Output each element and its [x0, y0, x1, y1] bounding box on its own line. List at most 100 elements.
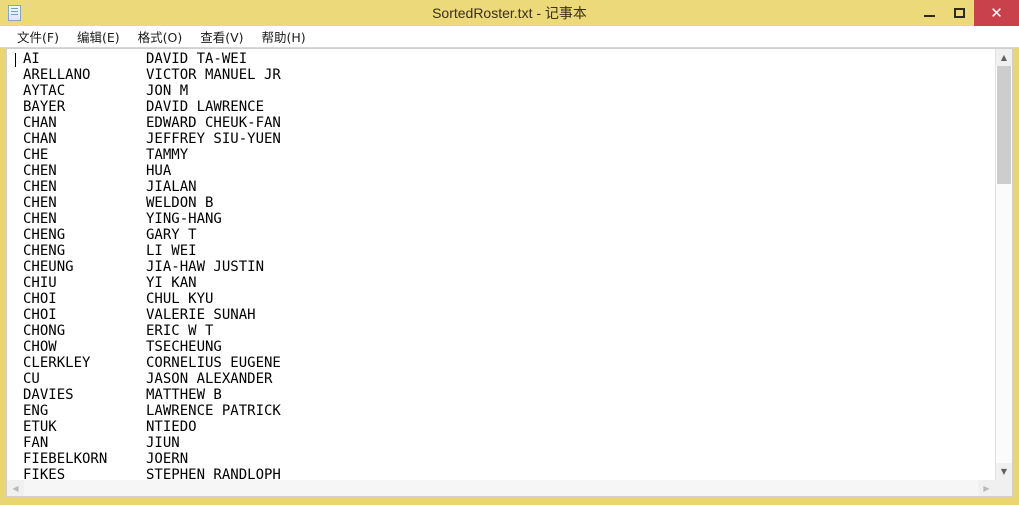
- roster-first-name: CORNELIUS EUGENE: [146, 355, 281, 371]
- roster-first-name: DAVID TA-WEI: [146, 51, 248, 67]
- roster-first-name: LAWRENCE PATRICK: [146, 403, 281, 419]
- roster-last-name: CLERKLEY: [23, 355, 91, 371]
- menu-item-view[interactable]: 查看(V): [191, 26, 252, 48]
- text-editor[interactable]: AI DAVID TA-WEI ARELLANO VICTOR MANUEL JR AY…: [7, 49, 995, 480]
- text-lines: AI DAVID TA-WEI ARELLANO VICTOR MANUEL JR AY…: [7, 51, 995, 480]
- roster-last-name: CHEN: [23, 211, 57, 227]
- roster-first-name: HUA: [146, 163, 172, 179]
- roster-last-name: CHEN: [23, 195, 57, 211]
- roster-first-name: VALERIE SUNAH: [146, 307, 256, 323]
- roster-last-name: CU: [23, 371, 40, 387]
- roster-last-name: ETUK: [23, 419, 57, 435]
- text-line: FAN JIUN: [7, 435, 995, 451]
- menu-item-help[interactable]: 帮助(H): [253, 26, 315, 48]
- menu-bar: 文件(F) 编辑(E) 格式(O) 查看(V) 帮助(H): [0, 26, 1019, 48]
- text-line: CHEN HUA: [7, 163, 995, 179]
- editor-row: AI DAVID TA-WEI ARELLANO VICTOR MANUEL JR AY…: [6, 48, 1013, 480]
- text-line: CU JASON ALEXANDER: [7, 371, 995, 387]
- roster-last-name: AI: [23, 51, 40, 67]
- roster-last-name: CHEUNG: [23, 259, 74, 275]
- vertical-scroll-track[interactable]: [996, 66, 1012, 463]
- roster-last-name: CHAN: [23, 131, 57, 147]
- roster-first-name: STEPHEN RANDLOPH: [146, 467, 281, 480]
- roster-last-name: ARELLANO: [23, 67, 91, 83]
- roster-last-name: CHONG: [23, 323, 66, 339]
- menu-item-edit[interactable]: 编辑(E): [68, 26, 129, 48]
- roster-first-name: YI KAN: [146, 275, 197, 291]
- window-title: SortedRoster.txt - 记事本: [432, 5, 587, 21]
- text-line: ARELLANO VICTOR MANUEL JR: [7, 67, 995, 83]
- scroll-up-arrow-icon[interactable]: ▲: [996, 49, 1012, 66]
- roster-first-name: ERIC W T: [146, 323, 214, 339]
- client-area: AI DAVID TA-WEI ARELLANO VICTOR MANUEL JR AY…: [0, 48, 1019, 497]
- roster-first-name: GARY T: [146, 227, 197, 243]
- maximize-button[interactable]: [944, 0, 974, 26]
- menu-item-file[interactable]: 文件(F): [8, 26, 68, 48]
- maximize-icon: [953, 8, 965, 18]
- roster-first-name: VICTOR MANUEL JR: [146, 67, 281, 83]
- vertical-scroll-thumb[interactable]: [997, 66, 1011, 184]
- text-line: CLERKLEY CORNELIUS EUGENE: [7, 355, 995, 371]
- roster-last-name: CHEN: [23, 179, 57, 195]
- text-line: ENG LAWRENCE PATRICK: [7, 403, 995, 419]
- roster-last-name: CHIU: [23, 275, 57, 291]
- roster-first-name: JOERN: [146, 451, 189, 467]
- roster-first-name: JIUN: [146, 435, 180, 451]
- roster-last-name: CHEN: [23, 163, 57, 179]
- text-line: CHE TAMMY: [7, 147, 995, 163]
- roster-first-name: EDWARD CHEUK-FAN: [146, 115, 281, 131]
- roster-first-name: DAVID LAWRENCE: [146, 99, 265, 115]
- text-line: CHONG ERIC W T: [7, 323, 995, 339]
- text-line: CHENG LI WEI: [7, 243, 995, 259]
- text-line: FIKES STEPHEN RANDLOPH: [7, 467, 995, 480]
- text-line: ETUK NTIEDO: [7, 419, 995, 435]
- scroll-right-arrow-icon[interactable]: ▶: [978, 480, 995, 496]
- roster-first-name: JON M: [146, 83, 189, 99]
- roster-last-name: AYTAC: [23, 83, 66, 99]
- minimize-button[interactable]: [914, 0, 944, 26]
- horizontal-scroll-track[interactable]: [24, 480, 978, 496]
- text-line: CHAN JEFFREY SIU-YUEN: [7, 131, 995, 147]
- roster-last-name: CHAN: [23, 115, 57, 131]
- text-line: CHENG GARY T: [7, 227, 995, 243]
- vertical-scrollbar[interactable]: ▲ ▼: [995, 49, 1012, 480]
- roster-last-name: CHOW: [23, 339, 57, 355]
- roster-first-name: JIALAN: [146, 179, 197, 195]
- roster-last-name: CHOI: [23, 291, 57, 307]
- roster-first-name: LI WEI: [146, 243, 197, 259]
- roster-first-name: MATTHEW B: [146, 387, 222, 403]
- scroll-left-arrow-icon[interactable]: ◀: [7, 480, 24, 496]
- text-line: CHEN JIALAN: [7, 179, 995, 195]
- roster-last-name: FIEBELKORN: [23, 451, 108, 467]
- text-line: CHEUNG JIA-HAW JUSTIN: [7, 259, 995, 275]
- roster-first-name: CHUL KYU: [146, 291, 214, 307]
- notepad-icon-page: [8, 4, 21, 21]
- roster-first-name: JIA-HAW JUSTIN: [146, 259, 265, 275]
- horizontal-scrollbar[interactable]: ◀ ▶: [6, 480, 1013, 497]
- roster-last-name: CHOI: [23, 307, 57, 323]
- roster-last-name: FAN: [23, 435, 49, 451]
- text-line: CHOI CHUL KYU: [7, 291, 995, 307]
- text-caret: [15, 53, 16, 67]
- text-line: AI DAVID TA-WEI: [7, 51, 995, 67]
- scroll-down-arrow-icon[interactable]: ▼: [996, 463, 1012, 480]
- notepad-window: SortedRoster.txt - 记事本 ✕ 文件(F) 编辑(E) 格式(…: [0, 0, 1019, 505]
- text-line: AYTAC JON M: [7, 83, 995, 99]
- roster-last-name: CHENG: [23, 227, 66, 243]
- window-bottom-frame: [0, 497, 1019, 505]
- roster-last-name: BAYER: [23, 99, 66, 115]
- window-controls: ✕: [914, 0, 1019, 26]
- title-bar[interactable]: SortedRoster.txt - 记事本 ✕: [0, 0, 1019, 26]
- text-line: CHIU YI KAN: [7, 275, 995, 291]
- roster-first-name: TSECHEUNG: [146, 339, 222, 355]
- text-line: CHOW TSECHEUNG: [7, 339, 995, 355]
- roster-first-name: YING-HANG: [146, 211, 222, 227]
- roster-first-name: JASON ALEXANDER: [146, 371, 273, 387]
- close-button[interactable]: ✕: [974, 0, 1019, 26]
- roster-first-name: NTIEDO: [146, 419, 197, 435]
- roster-last-name: CHENG: [23, 243, 66, 259]
- menu-item-format[interactable]: 格式(O): [129, 26, 192, 48]
- roster-first-name: TAMMY: [146, 147, 189, 163]
- notepad-document-icon: [6, 4, 23, 22]
- roster-last-name: DAVIES: [23, 387, 74, 403]
